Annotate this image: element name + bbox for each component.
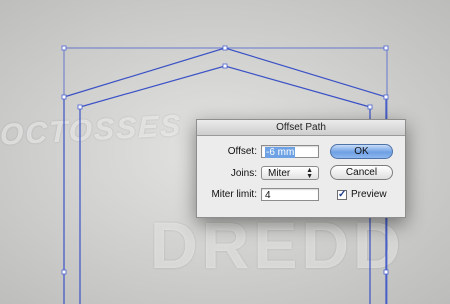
dialog-title[interactable]: Offset Path <box>197 120 405 136</box>
miter-limit-label: Miter limit: <box>211 189 257 200</box>
joins-label: Joins: <box>230 168 257 179</box>
cancel-button[interactable]: Cancel <box>330 165 393 180</box>
miter-limit-value: 4 <box>265 190 271 201</box>
up-down-arrows-icon: ▲ ▼ <box>306 167 313 180</box>
preview-label: Preview <box>351 189 387 200</box>
ok-button[interactable]: OK <box>330 144 393 159</box>
offset-path-dialog: Offset Path Offset: -6 mm Joins: Miter ▲… <box>196 119 406 218</box>
joins-value: Miter <box>268 168 291 179</box>
preview-checkbox[interactable]: ✓ <box>337 190 347 200</box>
miter-limit-input[interactable]: 4 <box>261 188 319 201</box>
offset-value: -6 mm <box>265 147 296 158</box>
joins-select[interactable]: Miter ▲ ▼ <box>261 166 319 180</box>
checkmark-icon: ✓ <box>338 189 347 200</box>
offset-label: Offset: <box>227 146 257 157</box>
offset-input[interactable]: -6 mm <box>261 145 319 158</box>
